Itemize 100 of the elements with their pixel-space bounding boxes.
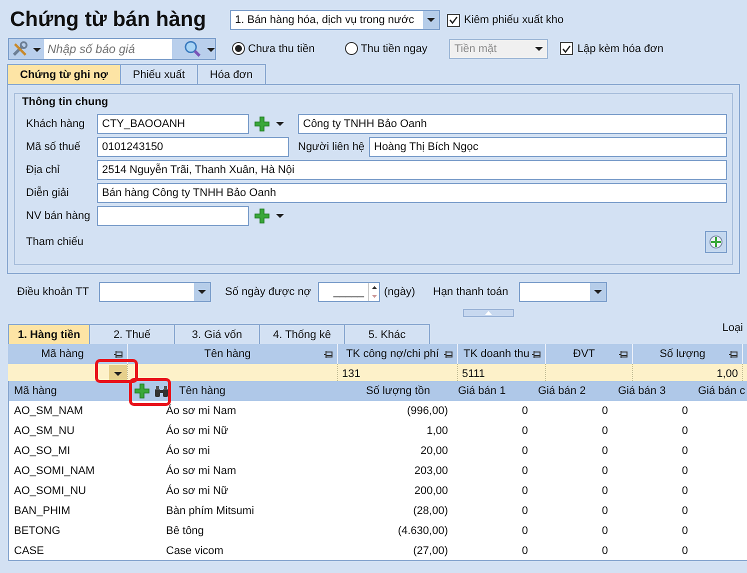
tab[interactable]: Chứng từ ghi nợ [7, 64, 121, 84]
pin-icon[interactable] [729, 350, 738, 358]
contact-field[interactable]: Hoàng Thị Bích Ngọc [369, 137, 727, 157]
radio-button[interactable] [232, 42, 245, 55]
pin-icon[interactable] [532, 350, 541, 358]
customer-code-field[interactable]: CTY_BAOOANH [97, 114, 249, 134]
group-title: Thông tin chung [22, 96, 108, 108]
checkbox[interactable] [447, 14, 460, 26]
highlight-frame [95, 359, 138, 383]
caret-icon [535, 46, 544, 50]
lookup-row[interactable]: BAN_PHIM Bàn phím Mitsumi (28,00) 0 0 0 [9, 501, 747, 521]
checkbox-label: Lập kèm hóa đơn [577, 42, 664, 54]
voucher-type-select[interactable]: 1. Bán hàng hóa, dịch vụ trong nước [230, 10, 440, 30]
table-cell-text: (27,00) [412, 544, 449, 559]
table-cell-text: 0 [680, 424, 689, 439]
table-cell-text: Áo sơ mi Nam [165, 404, 238, 419]
table-cell-text: 0 [600, 544, 609, 559]
up-arrow-icon [485, 311, 492, 315]
table-cell-text: 0 [680, 444, 689, 459]
pin-icon[interactable] [444, 350, 453, 358]
caret-icon [114, 372, 122, 376]
table-cell-text: Áo sơ mi Nữ [165, 424, 230, 439]
table-cell-text: BETONG [13, 524, 62, 539]
search-icon[interactable] [184, 40, 201, 58]
tools-icon[interactable] [12, 40, 30, 56]
column-header[interactable]: ĐVT [573, 348, 595, 360]
field-label: Hạn thanh toán [433, 286, 510, 298]
table-cell-text: 0 [680, 404, 689, 419]
caret-icon [276, 122, 284, 126]
tab[interactable]: Hóa đơn [196, 64, 266, 84]
caret-icon [198, 290, 206, 294]
lookup-row[interactable]: AO_SOMI_NAM Áo sơ mi Nam 203,00 0 0 0 [9, 461, 747, 481]
table-cell-text: Áo sơ mi [165, 444, 211, 459]
table-cell-text: Case vicom [165, 544, 224, 559]
column-header[interactable]: Tên hàng [204, 348, 251, 360]
column-header: Số lượng tồn [366, 385, 430, 397]
pin-icon[interactable] [114, 350, 123, 358]
table-cell-text: 0 [600, 524, 609, 539]
column-header[interactable]: Mã hàng [41, 348, 84, 360]
table-cell-text: 0 [600, 404, 609, 419]
payment-terms-select[interactable] [99, 282, 211, 302]
column-header[interactable]: TK công nợ/chi phí [346, 348, 439, 360]
field-label: Diễn giải [26, 187, 70, 199]
table-cell-text: 0 [680, 504, 689, 519]
checkbox-label: Kiêm phiếu xuất kho [464, 14, 564, 26]
lookup-row[interactable]: AO_SOMI_NU Áo sơ mi Nữ 200,00 0 0 0 [9, 481, 747, 501]
table-cell-text: 0 [520, 424, 529, 439]
column-header: Tên hàng [179, 385, 226, 397]
lookup-row[interactable]: AO_SM_NAM Áo sơ mi Nam (996,00) 0 0 0 [9, 401, 747, 421]
field-label: NV bán hàng [26, 210, 92, 222]
tab[interactable]: 1. Hàng tiền [8, 324, 90, 344]
description-field[interactable]: Bán hàng Công ty TNHH Bảo Oanh [97, 183, 727, 203]
table-cell-text: Áo sơ mi Nam [165, 464, 238, 479]
days-field[interactable]: _____ [318, 282, 380, 302]
add-reference-button[interactable] [705, 231, 727, 253]
checkbox[interactable] [560, 42, 574, 55]
lookup-row[interactable]: AO_SM_NU Áo sơ mi Nữ 1,00 0 0 0 [9, 421, 747, 441]
pin-icon[interactable] [619, 350, 628, 358]
plus-icon[interactable] [254, 116, 270, 132]
up-arrow-icon[interactable] [372, 286, 376, 289]
table-cell-text: 0 [520, 524, 529, 539]
highlight-frame [129, 378, 171, 406]
quote-search-field[interactable]: Nhập số báo giá [8, 38, 216, 60]
table-cell-text: 0 [600, 444, 609, 459]
column-header: Giá bán c [698, 385, 746, 397]
table-cell-text: 0 [520, 464, 529, 479]
column-header: Mã hàng [14, 385, 57, 397]
table-cell-text: AO_SM_NAM [13, 404, 84, 419]
customer-name-field[interactable]: Công ty TNHH Bảo Oanh [298, 114, 727, 134]
lookup-row[interactable]: BETONG Bê tông (4.630,00) 0 0 0 [9, 521, 747, 541]
table-cell-text: 20,00 [419, 444, 449, 459]
table-cell-text: (4.630,00) [396, 524, 449, 539]
table-cell-text: 203,00 [413, 464, 449, 479]
page-title: Chứng từ bán hàng [10, 8, 208, 32]
table-cell-text: 0 [600, 424, 609, 439]
table-cell-text: 0 [680, 464, 689, 479]
caret-icon [594, 290, 602, 294]
unit-label: (ngày) [384, 286, 416, 298]
lookup-row[interactable]: AO_SO_MI Áo sơ mi 20,00 0 0 0 [9, 441, 747, 461]
field-label: Loại [722, 322, 743, 334]
salesperson-field[interactable] [97, 206, 249, 226]
plus-icon[interactable] [134, 383, 150, 399]
tax-code-field[interactable]: 0101243150 [97, 137, 289, 157]
radio-button[interactable] [344, 42, 358, 55]
caret-icon [427, 18, 435, 22]
table-cell-text: (996,00) [406, 404, 449, 419]
column-header[interactable]: TK doanh thu [463, 348, 530, 360]
radio-label: Thu tiền ngay [360, 42, 428, 54]
table-cell-text: 0 [600, 464, 609, 479]
caret-icon [207, 48, 215, 52]
plus-icon[interactable] [254, 208, 270, 224]
binoculars-icon[interactable] [155, 386, 168, 396]
lookup-row[interactable]: CASE Case vicom (27,00) 0 0 0 [9, 541, 747, 561]
due-date-select[interactable] [519, 282, 607, 302]
plus-icon [708, 234, 724, 250]
column-header[interactable]: Số lượng [660, 348, 706, 360]
pin-icon[interactable] [324, 350, 333, 358]
address-field[interactable]: 2514 Nguyễn Trãi, Thanh Xuân, Hà Nội [97, 160, 727, 180]
table-cell-text: 200,00 [413, 484, 449, 499]
table-cell-text: Áo sơ mi Nữ [165, 484, 230, 499]
